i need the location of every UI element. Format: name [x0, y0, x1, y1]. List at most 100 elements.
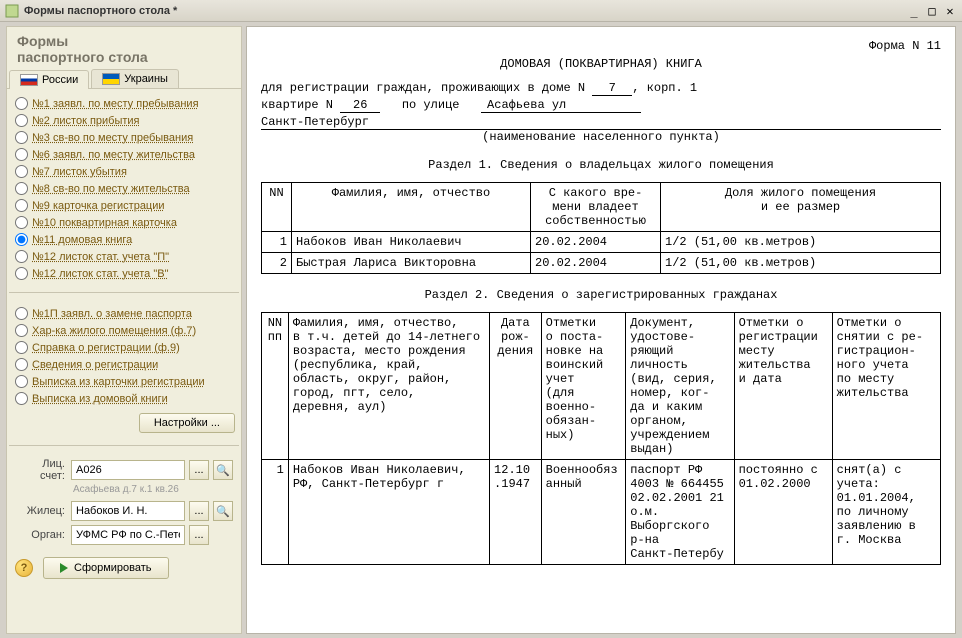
- t2-h-dereg: Отметки о снятии с ре- гистрацион- ного …: [832, 313, 940, 460]
- account-browse-button[interactable]: ...: [189, 460, 209, 480]
- lookup-fields: Лиц. счет: ... 🔍 Асафьева д.7 к.1 кв.26 …: [7, 452, 241, 551]
- t1-h-since: С какого вре- мени владеет собственность…: [531, 183, 661, 232]
- generate-button-label: Сформировать: [74, 562, 152, 574]
- radio-input[interactable]: [15, 250, 28, 263]
- radio-label: Сведения о регистрации: [32, 359, 158, 371]
- t2-h-fio: Фамилия, имя, отчество, в т.ч. детей до …: [288, 313, 489, 460]
- divider: [9, 445, 239, 446]
- radio-input[interactable]: [15, 148, 28, 161]
- form-radio-f2[interactable]: №2 листок прибытия: [15, 112, 235, 129]
- cell-fio: Набоков Иван Николаевич, РФ, Санкт-Петер…: [288, 460, 489, 565]
- flag-ru-icon: [20, 74, 38, 86]
- tab-russia[interactable]: России: [9, 70, 89, 89]
- account-input[interactable]: [71, 460, 185, 480]
- cell-n: 1: [262, 232, 292, 253]
- sidebar-header: Формы паспортного стола: [7, 27, 241, 67]
- form-radio-f1[interactable]: №1 заявл. по месту пребывания: [15, 95, 235, 112]
- close-button[interactable]: ✕: [942, 4, 958, 18]
- radio-input[interactable]: [15, 131, 28, 144]
- form-radio-g5[interactable]: Выписка из карточки регистрации: [15, 373, 235, 390]
- radio-input[interactable]: [15, 182, 28, 195]
- registration-line: для регистрации граждан, проживающих в д…: [261, 81, 941, 96]
- play-icon: [60, 563, 68, 573]
- radio-input[interactable]: [15, 341, 28, 354]
- cell-reg: постоянно с 01.02.2000: [734, 460, 832, 565]
- cell-mil: Военнообяз анный: [541, 460, 626, 565]
- minimize-button[interactable]: _: [906, 4, 922, 18]
- country-tabs: России Украины: [7, 69, 241, 89]
- radio-label: Выписка из карточки регистрации: [32, 376, 205, 388]
- radio-label: №12 листок стат. учета "П": [32, 251, 169, 263]
- section1-title: Раздел 1. Сведения о владельцах жилого п…: [261, 158, 941, 172]
- radio-label: №1 заявл. по месту пребывания: [32, 98, 199, 110]
- radio-label: №6 заявл. по месту жительства: [32, 149, 195, 161]
- radio-input[interactable]: [15, 216, 28, 229]
- tab-ukraine-label: Украины: [124, 73, 168, 85]
- radio-label: №9 карточка регистрации: [32, 200, 165, 212]
- t2-h-nn: NN пп: [262, 313, 289, 460]
- radio-label: Хар-ка жилого помещения (ф.7): [32, 325, 196, 337]
- resident-browse-button[interactable]: ...: [189, 501, 209, 521]
- resident-label: Жилец:: [15, 505, 67, 517]
- radio-input[interactable]: [15, 307, 28, 320]
- settings-button[interactable]: Настройки ...: [139, 413, 235, 433]
- radio-label: Справка о регистрации (ф.9): [32, 342, 180, 354]
- form-radio-f8[interactable]: №8 св-во по месту жительства: [15, 180, 235, 197]
- form-radio-f7[interactable]: №7 листок убытия: [15, 163, 235, 180]
- radio-label: №11 домовая книга: [32, 234, 132, 246]
- form-radio-f12b[interactable]: №12 листок стат. учета "В": [15, 265, 235, 282]
- resident-search-button[interactable]: 🔍: [213, 501, 233, 521]
- organ-browse-button[interactable]: ...: [189, 525, 209, 545]
- form-radio-f12[interactable]: №12 листок стат. учета "П": [15, 248, 235, 265]
- form-radio-g1[interactable]: №1П заявл. о замене паспорта: [15, 305, 235, 322]
- section2-title: Раздел 2. Сведения о зарегистрированных …: [261, 288, 941, 302]
- radio-label: №3 св-во по месту пребывания: [32, 132, 193, 144]
- flat-line: квартире N 26 по улице Асафьева ул: [261, 98, 941, 113]
- form-number: Форма N 11: [261, 39, 941, 53]
- form-radio-g2[interactable]: Хар-ка жилого помещения (ф.7): [15, 322, 235, 339]
- generate-button[interactable]: Сформировать: [43, 557, 169, 579]
- form-radio-f6[interactable]: №6 заявл. по месту жительства: [15, 146, 235, 163]
- form-radio-f10[interactable]: №10 поквартирная карточка: [15, 214, 235, 231]
- radio-input[interactable]: [15, 324, 28, 337]
- radio-input[interactable]: [15, 392, 28, 405]
- t1-h-share: Доля жилого помещения и ее размер: [661, 183, 941, 232]
- t2-h-reg: Отметки о регистрации месту жительства и…: [734, 313, 832, 460]
- form-radio-g4[interactable]: Сведения о регистрации: [15, 356, 235, 373]
- tab-ukraine[interactable]: Украины: [91, 69, 179, 88]
- radio-input[interactable]: [15, 165, 28, 178]
- radio-input[interactable]: [15, 267, 28, 280]
- cell-n: 1: [262, 460, 289, 565]
- cell-fio: Набоков Иван Николаевич: [292, 232, 531, 253]
- owners-table: NN Фамилия, имя, отчество С какого вре- …: [261, 182, 941, 274]
- cell-birth: 12.10 .1947: [490, 460, 542, 565]
- residents-table: NN пп Фамилия, имя, отчество, в т.ч. дет…: [261, 312, 941, 565]
- form-radio-f11[interactable]: №11 домовая книга: [15, 231, 235, 248]
- document-title: ДОМОВАЯ (ПОКВАРТИРНАЯ) КНИГА: [261, 57, 941, 71]
- account-search-button[interactable]: 🔍: [213, 460, 233, 480]
- t2-h-birth: Дата рож- дения: [490, 313, 542, 460]
- radio-input[interactable]: [15, 358, 28, 371]
- form-radio-g6[interactable]: Выписка из домовой книги: [15, 390, 235, 407]
- divider: [9, 292, 239, 293]
- resident-input[interactable]: [71, 501, 185, 521]
- organ-input[interactable]: [71, 525, 185, 545]
- document-pane: Форма N 11 ДОМОВАЯ (ПОКВАРТИРНАЯ) КНИГА …: [246, 26, 956, 634]
- radio-input[interactable]: [15, 233, 28, 246]
- form-radio-f9[interactable]: №9 карточка регистрации: [15, 197, 235, 214]
- radio-input[interactable]: [15, 375, 28, 388]
- city-line: Санкт-Петербург: [261, 115, 941, 130]
- radio-input[interactable]: [15, 199, 28, 212]
- radio-label: №12 листок стат. учета "В": [32, 268, 169, 280]
- radio-input[interactable]: [15, 97, 28, 110]
- form-radio-f3[interactable]: №3 св-во по месту пребывания: [15, 129, 235, 146]
- maximize-button[interactable]: □: [924, 4, 940, 18]
- form-radio-g3[interactable]: Справка о регистрации (ф.9): [15, 339, 235, 356]
- account-label: Лиц. счет:: [15, 458, 67, 482]
- table-row: 1Набоков Иван Николаевич, РФ, Санкт-Пете…: [262, 460, 941, 565]
- flag-ua-icon: [102, 73, 120, 85]
- radio-label: №1П заявл. о замене паспорта: [32, 308, 192, 320]
- radio-input[interactable]: [15, 114, 28, 127]
- app-icon: [4, 3, 20, 19]
- help-button[interactable]: ?: [15, 559, 33, 577]
